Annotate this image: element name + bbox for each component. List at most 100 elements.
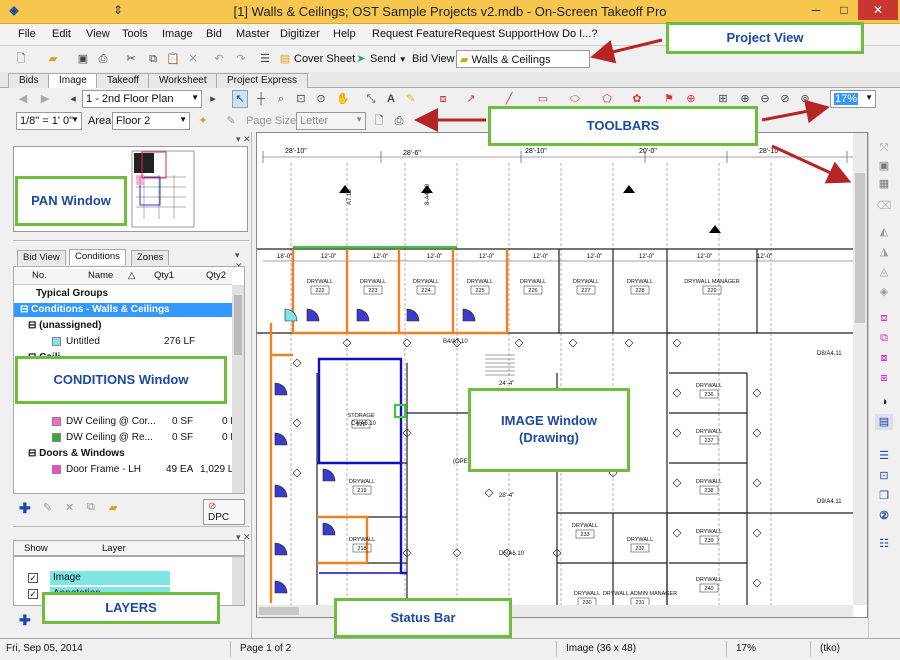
- tab-bid-view[interactable]: Bid View: [17, 250, 66, 265]
- select-tool-icon[interactable]: ↖: [232, 90, 248, 108]
- layers-scrollbar[interactable]: [232, 557, 244, 605]
- collapse-icon[interactable]: ⊟: [20, 304, 28, 315]
- menu-digitizer[interactable]: Digitizer: [280, 28, 320, 40]
- menu-request-feature[interactable]: Request Feature: [372, 28, 454, 40]
- floor-plan-drawing[interactable]: 28'-10" 28'-6" 28'-10" 20'-0" 28'-10" 18…: [257, 133, 867, 617]
- zoom-box-icon[interactable]: ⊡: [294, 90, 308, 108]
- overlay-icon[interactable]: ⧉: [875, 330, 893, 346]
- list-item[interactable]: Typical Groups: [14, 287, 232, 301]
- skew-icon[interactable]: ◈: [875, 284, 893, 300]
- open-icon[interactable]: ▰: [46, 50, 60, 68]
- send-button[interactable]: ➤ Send ▼: [354, 50, 406, 68]
- page-select[interactable]: 1 - 2nd Floor Plan ▼: [82, 90, 202, 108]
- new-icon[interactable]: 🗋: [14, 50, 28, 68]
- expand-icon[interactable]: ⤧: [875, 140, 893, 156]
- save-icon[interactable]: ▣: [76, 50, 90, 68]
- menu-tools[interactable]: Tools: [122, 28, 148, 40]
- image-window[interactable]: 28'-10" 28'-6" 28'-10" 20'-0" 28'-10" 18…: [256, 132, 868, 618]
- tab-bids[interactable]: Bids: [8, 73, 50, 88]
- highlighter-icon[interactable]: ✎: [404, 90, 418, 108]
- layer-row[interactable]: ✓ Image: [14, 571, 230, 585]
- zoom-width-icon[interactable]: ⊘: [778, 90, 792, 108]
- add-layer-icon[interactable]: ✚: [19, 612, 31, 629]
- tab-conditions[interactable]: Conditions: [69, 249, 126, 265]
- split-icon[interactable]: ▤: [875, 414, 893, 430]
- list-item[interactable]: Untitled 276 LF: [14, 335, 232, 349]
- menu-image[interactable]: Image: [162, 28, 193, 40]
- menu-view[interactable]: View: [86, 28, 110, 40]
- markup-icon[interactable]: ⧆: [875, 370, 893, 386]
- list-item[interactable]: DW Ceiling @ Cor... 0 SF 0 L: [14, 415, 236, 429]
- blank-page-icon[interactable]: 🗋: [372, 112, 386, 130]
- list-item[interactable]: ⊟ Doors & Windows: [14, 447, 232, 461]
- windows-icon[interactable]: ❐: [875, 488, 893, 504]
- delete-icon[interactable]: ✕: [186, 50, 200, 68]
- tab-worksheet[interactable]: Worksheet: [148, 73, 218, 88]
- crosshair-icon[interactable]: ┼: [254, 90, 268, 108]
- paste-icon[interactable]: 📋: [166, 50, 180, 68]
- cover-sheet-button[interactable]: ▤ Cover Sheet: [278, 50, 355, 68]
- text-tool-icon[interactable]: A: [384, 90, 398, 108]
- zoom-out-icon[interactable]: ⊖: [758, 90, 772, 108]
- edit-condition-icon[interactable]: ✎: [43, 501, 52, 514]
- zoom-area-icon[interactable]: ⊙: [314, 90, 328, 108]
- zoom-previous-icon[interactable]: ⊚: [798, 90, 812, 108]
- zoom-field[interactable]: 17% ▼: [830, 90, 876, 108]
- close-button[interactable]: ✕: [858, 0, 898, 20]
- tab-takeoff[interactable]: Takeoff: [96, 73, 151, 88]
- eraser-icon[interactable]: ⌫: [875, 198, 893, 214]
- list-item[interactable]: Door Frame - LH 49 EA 1,029 L: [14, 463, 233, 477]
- flip-icon[interactable]: ◮: [875, 244, 893, 260]
- mirror-icon[interactable]: ◬: [875, 264, 893, 280]
- wand-icon[interactable]: ✦: [196, 112, 210, 130]
- col-qty1[interactable]: Qty1: [154, 269, 174, 283]
- layer-checkbox[interactable]: ✓: [28, 589, 38, 599]
- col-show[interactable]: Show: [24, 543, 48, 554]
- stamp-icon[interactable]: ⧈: [436, 90, 450, 108]
- cut-icon[interactable]: ✂: [124, 50, 138, 68]
- page-setup-icon[interactable]: ✎: [224, 112, 238, 130]
- list-item[interactable]: ⊟ Conditions - Walls & Ceilings: [14, 303, 232, 317]
- print-icon[interactable]: ⎙: [96, 50, 110, 68]
- rotate-icon[interactable]: ◭: [875, 224, 893, 240]
- undo-icon[interactable]: ↶: [212, 50, 226, 68]
- next-page-icon[interactable]: ▸: [206, 90, 220, 108]
- copy-condition-icon[interactable]: ⧉: [87, 501, 95, 514]
- zoom-sel-icon[interactable]: ⊡: [875, 468, 893, 484]
- layer-icon[interactable]: ⧈: [875, 310, 893, 326]
- folder-icon[interactable]: ▰: [109, 501, 117, 514]
- sort-icon[interactable]: △: [128, 269, 135, 283]
- pan-hand-icon[interactable]: ✋: [336, 90, 350, 108]
- frame-icon[interactable]: ▣: [875, 158, 893, 174]
- grid-icon[interactable]: ▦: [875, 176, 893, 192]
- area-select[interactable]: Floor 2 ▼: [112, 112, 190, 130]
- measure-icon[interactable]: ⤡: [364, 90, 378, 108]
- prev-page-icon[interactable]: ◂: [66, 90, 80, 108]
- page-two-icon[interactable]: ②: [875, 508, 893, 524]
- print-preview-icon[interactable]: ⎙: [392, 112, 406, 130]
- minimize-button[interactable]: ─: [802, 0, 830, 20]
- vertical-scrollbar[interactable]: [853, 133, 867, 605]
- list-item[interactable]: DW Ceiling @ Re... 0 SF 0 L: [14, 431, 236, 445]
- maximize-button[interactable]: □: [830, 0, 858, 20]
- col-qty2[interactable]: Qty2: [206, 269, 226, 283]
- col-no[interactable]: No.: [32, 269, 47, 283]
- dpc-button[interactable]: ⊘ DPC: [203, 499, 245, 525]
- conditions-scrollbar[interactable]: [232, 285, 244, 493]
- redo-icon[interactable]: ↷: [234, 50, 248, 68]
- collapse-icon[interactable]: ⊟: [28, 320, 36, 331]
- tab-zones[interactable]: Zones: [131, 250, 170, 265]
- compare-icon[interactable]: ⧇: [875, 350, 893, 366]
- pan-pin-icon[interactable]: ▾ ✕: [236, 134, 251, 145]
- zoom-window-icon[interactable]: ⌕: [274, 90, 288, 108]
- list-view-icon[interactable]: ☰: [875, 448, 893, 464]
- bid-view-field[interactable]: ▰ Walls & Ceilings: [456, 50, 590, 68]
- menu-bid[interactable]: Bid: [206, 28, 222, 40]
- layer-checkbox[interactable]: ✓: [28, 573, 38, 583]
- copy-icon[interactable]: ⧉: [146, 50, 160, 68]
- menu-how-do-i[interactable]: How Do I...?: [537, 28, 598, 40]
- tab-image[interactable]: Image: [48, 73, 98, 89]
- forward-icon[interactable]: ▶: [38, 90, 52, 108]
- contrast-icon[interactable]: ◑: [875, 394, 893, 410]
- checklist-icon[interactable]: ☷: [875, 536, 893, 552]
